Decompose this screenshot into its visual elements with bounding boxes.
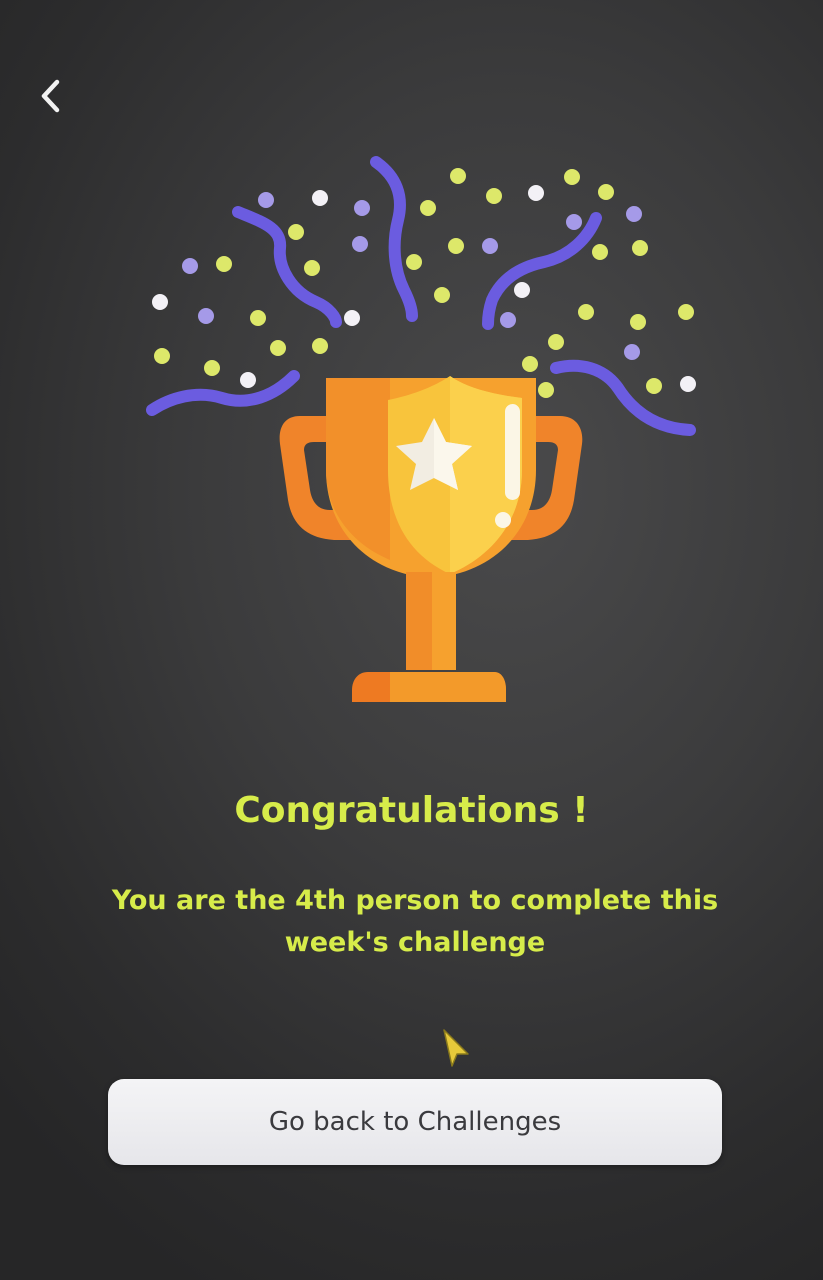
challenge-complete-screen: Congratulations ! You are the 4th person…: [0, 0, 823, 1280]
completion-message: You are the 4th person to complete this …: [111, 885, 719, 958]
go-back-to-challenges-button[interactable]: Go back to Challenges: [108, 1079, 722, 1165]
page-title: Congratulations !: [234, 790, 589, 831]
trophy-illustration: [146, 156, 696, 702]
trophy-icon: [279, 376, 583, 702]
pointer-cursor-icon: [443, 1029, 469, 1067]
